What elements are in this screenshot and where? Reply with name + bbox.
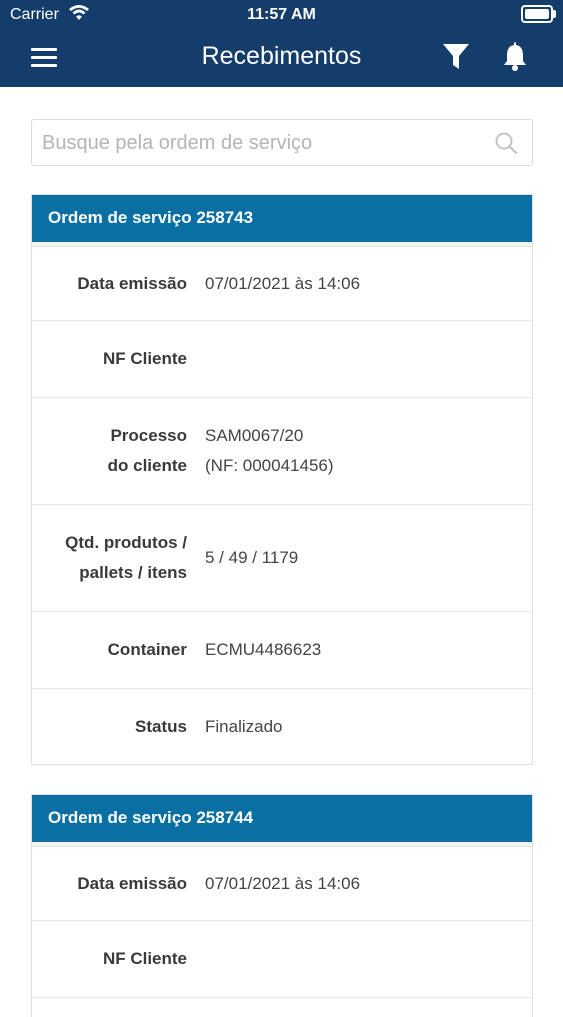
page-title: Recebimentos — [201, 42, 362, 70]
field-data-emissao: Data emissão 07/01/2021 às 14:06 — [32, 246, 532, 320]
search-icon[interactable] — [494, 131, 518, 155]
field-value: 5 / 49 / 1179 — [205, 548, 299, 567]
field-quantidades: Qtd. produtos / pallets / itens 5 / 49 /… — [32, 504, 532, 611]
search-box — [31, 119, 533, 167]
status-bar: Carrier 11:57 AM — [0, 0, 563, 30]
field-next — [32, 997, 532, 1017]
field-label: Qtd. produtos / pallets / itens — [65, 533, 187, 582]
field-container: Container ECMU4486623 — [32, 611, 532, 688]
field-label: Processo do cliente — [107, 426, 187, 475]
field-label: NF Cliente — [102, 349, 187, 368]
order-title: Ordem de serviço 258743 — [32, 195, 532, 242]
field-label: Status — [135, 716, 187, 736]
field-nf-cliente: NF Cliente — [32, 320, 532, 397]
navigation-bar: Recebimentos — [0, 30, 563, 87]
status-value: Finalizado — [205, 716, 283, 736]
search-input[interactable] — [40, 120, 484, 167]
order-card[interactable]: Ordem de serviço 258743 Data emissão 07/… — [31, 194, 533, 765]
field-nf-cliente: NF Cliente — [32, 920, 532, 997]
field-data-emissao: Data emissão 07/01/2021 às 14:06 — [32, 846, 532, 920]
field-processo: Processo do cliente SAM0067/20 (NF: 0000… — [32, 397, 532, 504]
field-value: 07/01/2021 às 14:06 — [205, 273, 361, 293]
field-value: ECMU4486623 — [205, 640, 322, 659]
field-label: Data emissão — [77, 873, 187, 893]
bell-icon[interactable] — [501, 42, 529, 72]
field-value: SAM0067/20 (NF: 000041456) — [205, 426, 334, 475]
field-label: Data emissão — [77, 273, 187, 293]
order-title: Ordem de serviço 258744 — [32, 795, 532, 842]
clock: 11:57 AM — [247, 6, 316, 23]
order-card[interactable]: Ordem de serviço 258744 Data emissão 07/… — [31, 794, 533, 1017]
field-status: Status Finalizado — [32, 688, 532, 764]
app-header: Carrier 11:57 AM Recebimentos — [0, 0, 563, 87]
filter-icon[interactable] — [442, 42, 470, 72]
field-label: NF Cliente — [102, 949, 187, 968]
field-label: Container — [107, 640, 187, 659]
battery-icon — [521, 5, 556, 23]
field-value: 07/01/2021 às 14:06 — [205, 873, 361, 893]
